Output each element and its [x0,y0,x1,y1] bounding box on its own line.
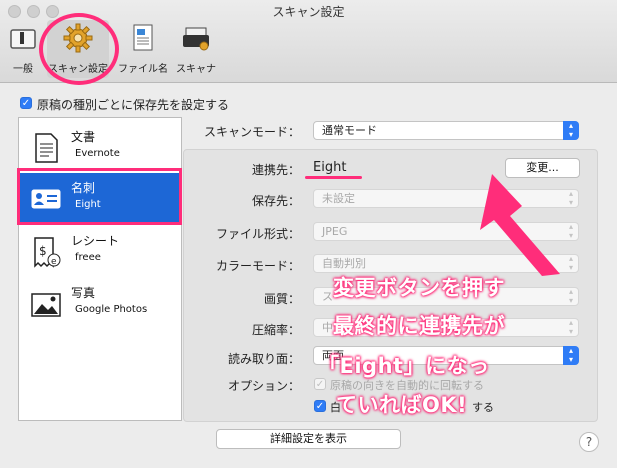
document-icon [35,133,58,163]
document-icon [133,24,153,51]
help-button[interactable]: ? [579,432,599,452]
scan-mode-select[interactable]: 通常モード ▴ ▾ [313,121,579,140]
list-item-title: 文書 [71,130,96,144]
scanner-icon [183,27,209,51]
show-advanced-settings-button[interactable]: 詳細設定を表示 [216,429,401,449]
link-destination-value: Eight [313,160,347,175]
list-item-subtitle: Evernote [75,148,120,159]
per-type-destination-label: 原稿の種別ごとに保存先を設定する [37,98,230,112]
color-mode-value: 自動判別 [322,257,366,270]
quality-label: 画質： [263,292,300,306]
link-destination-label: 連携先： [251,163,300,177]
toolbar-scanner-label: スキャナ [176,64,216,75]
scan-mode-value: 通常モード [322,124,377,137]
list-item-title: レシート [71,234,120,248]
read-side-label: 読み取り面： [227,352,300,366]
document-type-list: 文書 Evernote 名刺 Eight $ e レシート freee 写真 G… [18,117,182,421]
svg-text:e: e [51,257,57,267]
annotation-line-4: ていればOK! [336,393,468,417]
file-format-value: JPEG [322,225,348,238]
annotation-line-2: 最終的に連携先が [333,314,505,338]
list-item-subtitle: Google Photos [75,304,148,315]
photo-icon [31,293,61,317]
color-mode-label: カラーモード： [215,259,300,273]
blank-page-checkbox[interactable]: ✓ [314,400,326,412]
list-item-photo[interactable]: 写真 Google Photos [19,278,181,328]
list-item-receipt[interactable]: $ e レシート freee [19,226,181,276]
blank-page-label-tail: する [472,401,494,414]
chevron-up-down-icon: ▴ ▾ [563,346,579,365]
compression-value: 中 [322,321,333,334]
compression-label: 圧縮率： [251,323,300,337]
highlight-box [17,168,182,225]
options-label: オプション： [227,379,300,393]
list-item-document[interactable]: 文書 Evernote [19,122,181,172]
annotation-arrow-icon [480,174,560,276]
underline-highlight [305,176,362,179]
chevron-up-down-icon: ▴ ▾ [568,287,573,305]
scan-mode-label: スキャンモード： [203,125,300,139]
list-item-title: 写真 [71,286,96,300]
save-to-label: 保存先： [251,194,300,208]
per-type-destination-checkbox[interactable]: ✓ [20,97,32,109]
file-format-label: ファイル形式： [215,227,300,241]
quality-value: ス [322,290,333,303]
svg-text:$: $ [39,244,47,258]
chevron-up-down-icon: ▴ ▾ [563,121,579,140]
receipt-icon: $ e [34,237,61,268]
switch-icon [10,29,36,49]
toolbar-scanner[interactable]: スキャナ [165,20,227,78]
annotation-line-3: 「Eight」になっ [318,354,490,378]
list-item-subtitle: freee [75,252,101,263]
chevron-up-down-icon: ▴ ▾ [568,318,573,336]
highlight-circle [39,13,119,85]
annotation-line-1: 変更ボタンを押す [333,276,505,300]
save-to-value: 未設定 [322,192,355,205]
